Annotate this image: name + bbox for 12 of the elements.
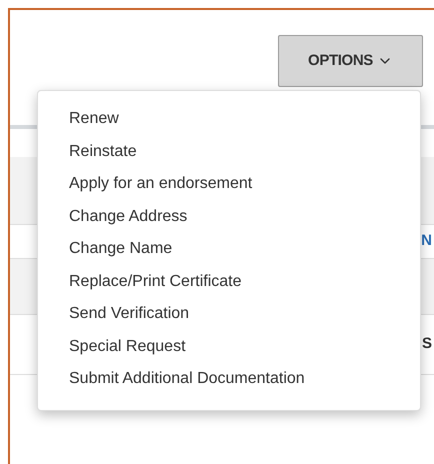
menu-item[interactable]: Reinstate — [38, 136, 420, 168]
options-button[interactable]: OPTIONS — [278, 35, 423, 87]
menu-item[interactable]: Renew — [38, 103, 420, 136]
menu-item[interactable]: Replace/Print Certificate — [38, 266, 420, 298]
background-text: S — [422, 334, 433, 354]
menu-item[interactable]: Apply for an endorsement — [38, 168, 420, 200]
background-text: N — [421, 231, 433, 252]
menu-item[interactable]: Special Request — [38, 330, 420, 363]
menu-item[interactable]: Change Name — [38, 233, 420, 266]
menu-item[interactable]: Send Verification — [38, 298, 420, 330]
menu-item[interactable]: Submit Additional Documentation — [38, 363, 420, 396]
menu-item[interactable]: Change Address — [38, 200, 420, 233]
